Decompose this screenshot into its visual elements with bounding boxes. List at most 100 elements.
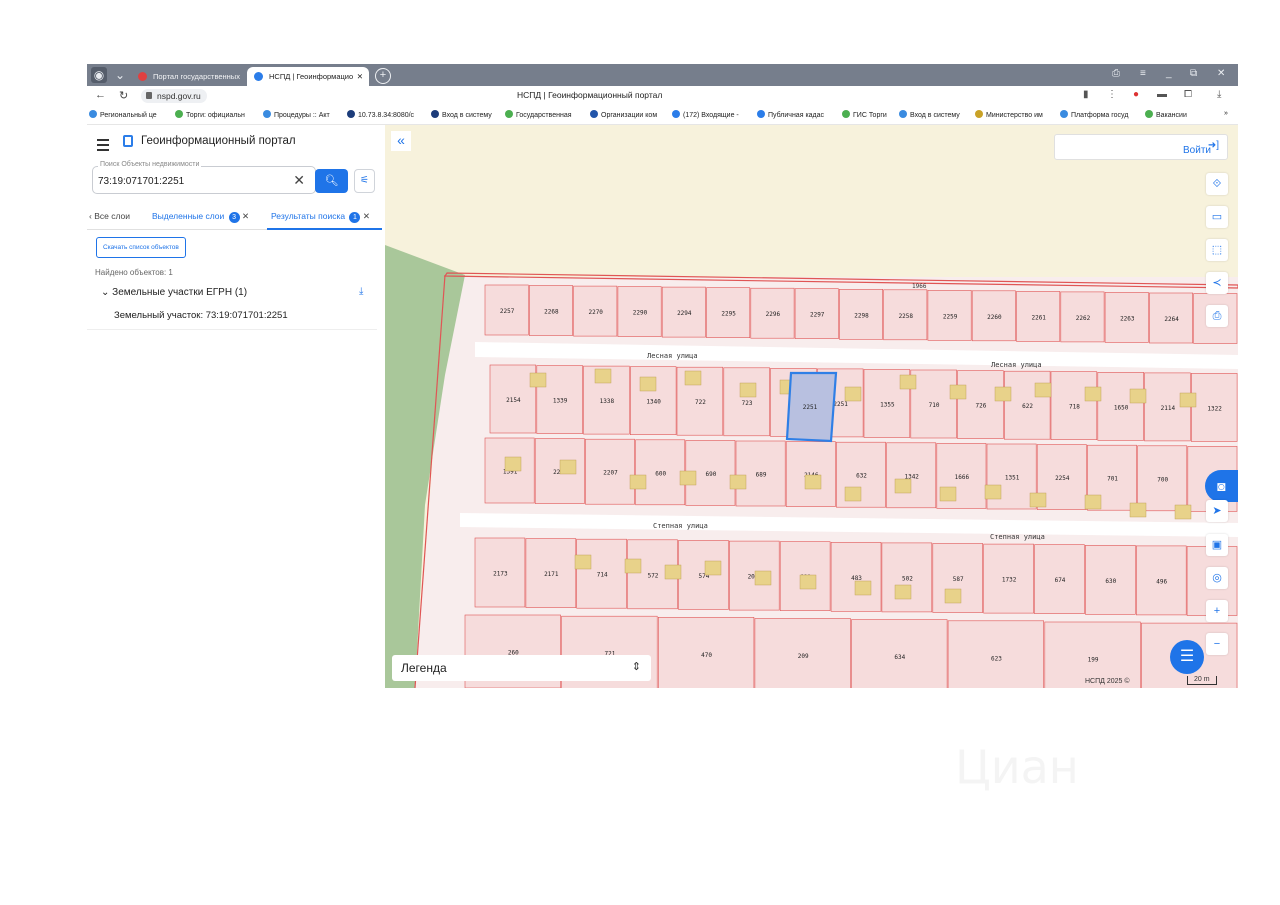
zoom-in-icon[interactable]: + bbox=[1206, 600, 1228, 622]
building bbox=[944, 588, 962, 604]
bookmark-item[interactable]: Государственная bbox=[505, 110, 572, 119]
bookmark-item[interactable]: Платформа госуд bbox=[1060, 110, 1128, 119]
print-icon[interactable]: ⎙ bbox=[1206, 305, 1228, 327]
login-button[interactable]: Войти ➜] bbox=[1054, 134, 1228, 160]
scale-bar: 20 m bbox=[1187, 676, 1217, 685]
watermark: Циан bbox=[955, 740, 1079, 794]
back-icon[interactable]: ← bbox=[95, 89, 106, 101]
search-icon: 🔍︎ bbox=[324, 175, 339, 187]
tab-gosuslugi[interactable]: Портал государственных bbox=[131, 67, 241, 86]
tab-selected-layers[interactable]: Выделенные слои 3 ✕ bbox=[152, 211, 249, 223]
building bbox=[664, 564, 682, 580]
cadastral-map[interactable]: 2257 2268 2270 2290 2294 2295 2296 2297 2298 2258… bbox=[385, 125, 1238, 688]
chat-icon[interactable]: ☰ bbox=[1170, 640, 1204, 674]
bookmark-item[interactable]: ГИС Торги bbox=[842, 110, 887, 119]
download-list-button[interactable]: Скачать список объектов bbox=[96, 237, 186, 258]
building bbox=[894, 584, 912, 600]
bookmark-item[interactable]: Вход в систему bbox=[431, 110, 492, 119]
bookmark-item[interactable]: Министерство им bbox=[975, 110, 1043, 119]
close-tab-icon[interactable]: ✕ bbox=[357, 67, 363, 86]
maximize-icon[interactable]: ⧉ bbox=[1190, 68, 1197, 79]
tab-menu-icon[interactable]: ⌄ bbox=[112, 67, 128, 83]
search-field[interactable]: Поиск Объекты недвижимости 73:19:071701:… bbox=[92, 161, 316, 194]
row1-label: 2290 bbox=[633, 310, 648, 317]
building bbox=[594, 368, 612, 384]
row3-label: 700 bbox=[1157, 476, 1168, 483]
building bbox=[949, 384, 967, 400]
new-tab-button[interactable]: + bbox=[375, 68, 391, 84]
hamburger-menu-icon[interactable] bbox=[97, 139, 109, 154]
group-download-icon[interactable]: ⤓ bbox=[359, 286, 363, 297]
row4-label: 587 bbox=[953, 576, 964, 583]
download-icon[interactable]: ⤓ bbox=[1217, 89, 1221, 100]
building bbox=[754, 570, 772, 586]
page-title: НСПД | Геоинформационный портал bbox=[517, 90, 663, 100]
bookmarks-more-icon[interactable]: » bbox=[1224, 110, 1228, 117]
bookmark-item[interactable]: Торги: официальн bbox=[175, 110, 245, 119]
tab-nspd[interactable]: НСПД | Геоинформацио ✕ bbox=[247, 67, 369, 86]
tab-all-layers[interactable]: ‹ Все слои bbox=[89, 211, 130, 221]
building bbox=[504, 456, 522, 472]
building bbox=[739, 382, 757, 398]
layers-icon[interactable]: ⟐ bbox=[1206, 173, 1228, 195]
map-view[interactable]: 2257 2268 2270 2290 2294 2295 2296 2297 2298 2258… bbox=[385, 125, 1238, 688]
building bbox=[1129, 502, 1147, 518]
bookmark-item[interactable]: Процедуры :: Акт bbox=[263, 110, 330, 119]
zoom-out-icon[interactable]: − bbox=[1206, 633, 1228, 655]
bookmark-item[interactable]: Вход в систему bbox=[899, 110, 960, 119]
locate-icon[interactable]: ➤ bbox=[1206, 500, 1228, 522]
building bbox=[684, 370, 702, 386]
share-icon[interactable]: ⎙ bbox=[1112, 68, 1120, 79]
geo-search-icon[interactable]: ◎ bbox=[1206, 567, 1228, 589]
street-name-lesnaya: Лесная улица bbox=[991, 361, 1042, 369]
close-window-icon[interactable]: ✕ bbox=[1217, 68, 1225, 79]
menu-icon[interactable]: ≡ bbox=[1140, 68, 1146, 79]
legend-dropdown[interactable]: Легенда ⇕ bbox=[392, 655, 651, 681]
search-value[interactable]: 73:19:071701:2251 bbox=[98, 176, 184, 187]
login-label: Войти bbox=[1183, 145, 1211, 156]
bookmark-item[interactable]: Региональный це bbox=[89, 110, 157, 119]
clear-icon[interactable]: ✕ bbox=[293, 172, 305, 189]
share-icon[interactable]: ≺ bbox=[1206, 272, 1228, 294]
reload-icon[interactable]: ↻ bbox=[119, 89, 128, 102]
building bbox=[1084, 494, 1102, 510]
shield-icon[interactable]: ▬ bbox=[1157, 89, 1167, 100]
building bbox=[629, 474, 647, 490]
bookmark-item[interactable]: Вакансии bbox=[1145, 110, 1187, 119]
bookmark-icon[interactable]: ▮ bbox=[1083, 89, 1089, 100]
tab-search-results[interactable]: Результаты поиска 1 ✕ bbox=[267, 211, 382, 230]
portal-logo-icon bbox=[123, 135, 133, 147]
street-name-stepnaya: Степная улица bbox=[990, 533, 1045, 541]
result-group[interactable]: ⌄ Земельные участки ЕГРН (1) bbox=[101, 287, 247, 298]
row5-label: 209 bbox=[798, 653, 809, 660]
row1-label: 2298 bbox=[854, 312, 869, 319]
row4-label: 572 bbox=[648, 572, 659, 579]
assistant-icon[interactable]: ◙ bbox=[1205, 470, 1238, 502]
bookmark-item[interactable]: (172) Входящие - bbox=[672, 110, 739, 119]
result-item[interactable]: Земельный участок: 73:19:071701:2251 bbox=[114, 310, 288, 321]
url-field[interactable]: nspd.gov.ru bbox=[141, 89, 207, 103]
building bbox=[1129, 388, 1147, 404]
row3-label: 701 bbox=[1107, 476, 1118, 483]
more-icon[interactable]: ⋮ bbox=[1107, 89, 1117, 100]
profile-icon[interactable]: ◉ bbox=[91, 67, 107, 83]
select-area-icon[interactable]: ⬚ bbox=[1206, 239, 1228, 261]
bookmark-item[interactable]: 10.73.8.34:8080/c bbox=[347, 110, 414, 119]
sort-icon: ⇕ bbox=[631, 661, 641, 673]
filter-button[interactable]: ⚟ bbox=[354, 169, 375, 193]
collapse-sidebar-icon[interactable]: « bbox=[391, 131, 411, 151]
reader-icon[interactable]: ⧠ bbox=[1184, 89, 1192, 100]
bookmark-item[interactable]: Публичная кадас bbox=[757, 110, 824, 119]
bookmark-item[interactable]: Организации ком bbox=[590, 110, 657, 119]
row1-label: 2261 bbox=[1031, 314, 1046, 321]
extension-icon[interactable]: ● bbox=[1133, 89, 1139, 100]
row2-label: 2114 bbox=[1161, 405, 1176, 412]
building bbox=[799, 574, 817, 590]
search-button[interactable]: 🔍︎ bbox=[315, 169, 348, 193]
street-name-lesnaya: Лесная улица bbox=[647, 352, 698, 360]
row3-label: 600 bbox=[655, 470, 666, 477]
minimap-icon[interactable]: ▣ bbox=[1206, 534, 1228, 556]
copyright-text: НСПД 2025 © bbox=[1085, 678, 1130, 685]
minimize-icon[interactable]: _ bbox=[1166, 68, 1172, 79]
ruler-icon[interactable]: ▭ bbox=[1206, 206, 1228, 228]
